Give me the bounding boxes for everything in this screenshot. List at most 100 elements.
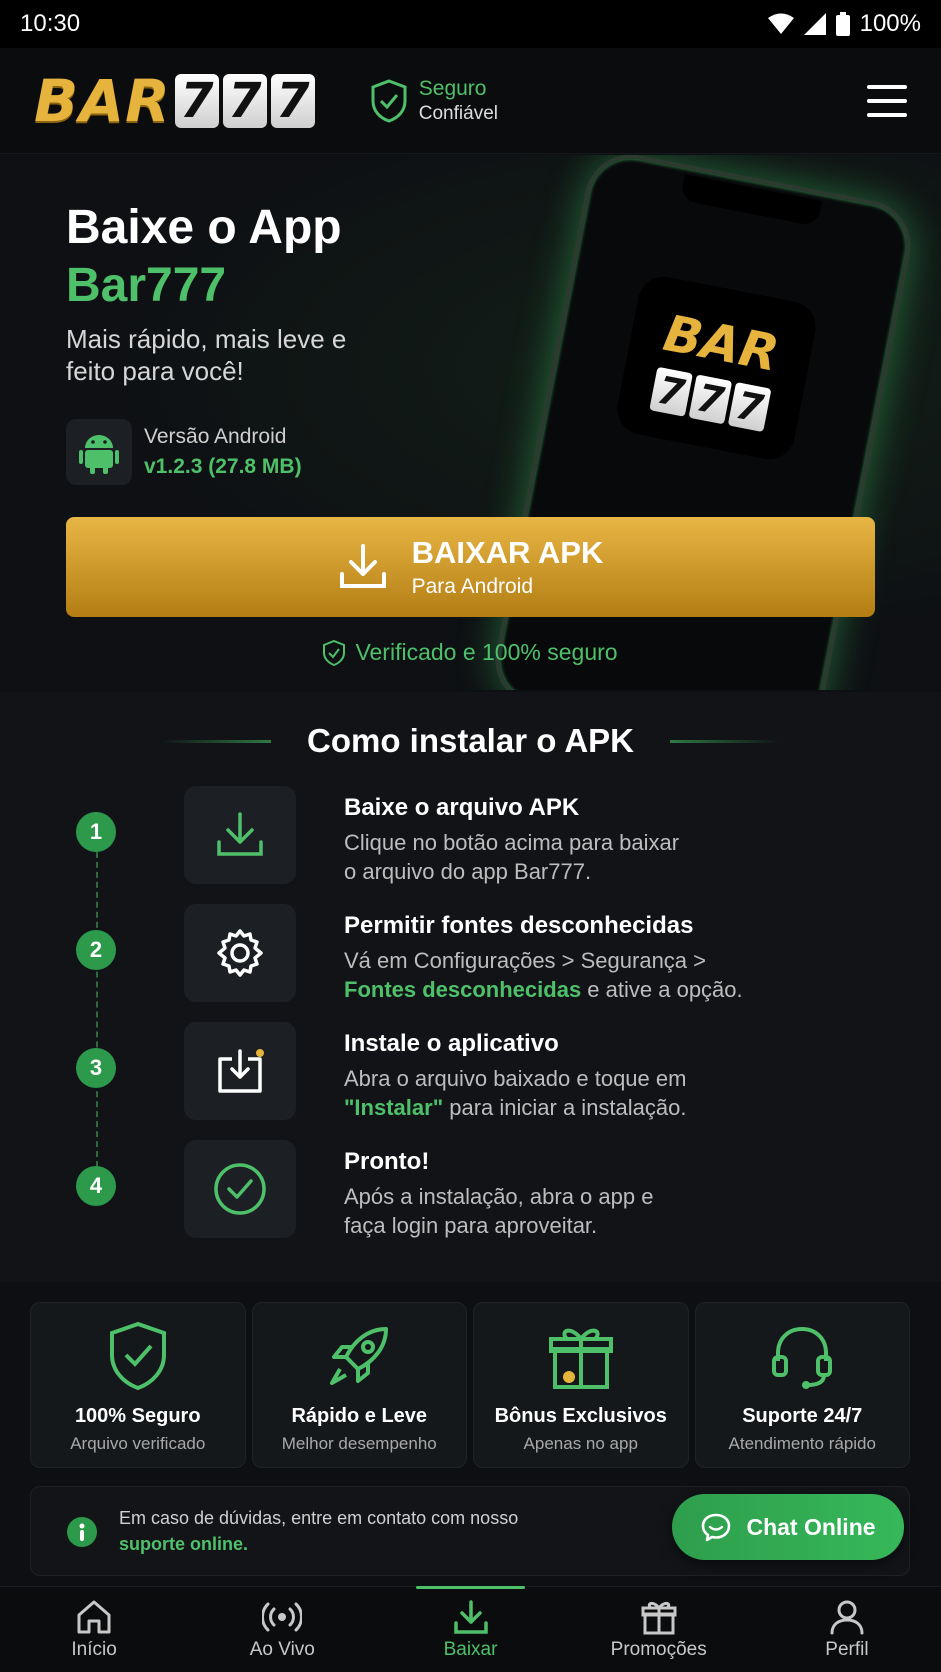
- verified-text: Verificado e 100% seguro: [355, 639, 618, 665]
- step-desc-highlight: Fontes desconhecidas: [344, 977, 582, 1002]
- step-desc: Após a instalação, abra o app e: [344, 1184, 654, 1209]
- step-desc: Vá em Configurações > Segurança >: [344, 948, 707, 973]
- trusted-label: Confiável: [418, 102, 498, 124]
- features-row: 100% Seguro Arquivo verificado Rápido e …: [30, 1302, 910, 1468]
- download-apk-button[interactable]: BAIXAR APK Para Android: [66, 517, 875, 617]
- nav-label: Perfil: [825, 1638, 869, 1660]
- battery-icon: [835, 12, 850, 36]
- install-icon: [184, 1022, 296, 1120]
- home-icon: [77, 1600, 111, 1633]
- feature-title: Suporte 24/7: [742, 1405, 863, 1427]
- version-value: v1.2.3 (27.8 MB): [144, 455, 302, 478]
- step-title: Permitir fontes desconhecidas: [344, 912, 694, 939]
- phone-logo-digit: 7: [727, 382, 772, 433]
- step-title: Pronto!: [344, 1148, 430, 1175]
- status-icons: 100%: [767, 10, 921, 38]
- bottom-navigation: Início Ao Vivo Baixar Promoções Perfil: [0, 1586, 941, 1672]
- live-icon: [262, 1602, 303, 1631]
- wifi-icon: [767, 13, 794, 34]
- feature-title: Rápido e Leve: [291, 1405, 428, 1427]
- feature-desc: Atendimento rápido: [728, 1434, 876, 1453]
- logo-text: BAR: [34, 66, 171, 135]
- install-section: Como instalar o APK 1 Baixe o arquivo AP…: [0, 692, 941, 1282]
- step-desc-highlight: "Instalar": [344, 1095, 444, 1120]
- check-circle-icon: [184, 1140, 296, 1238]
- hero-subtitle: Mais rápido, mais leve e feito para você…: [66, 324, 347, 386]
- nav-item-promocoes[interactable]: Promoções: [565, 1587, 753, 1672]
- logo-digit: 7: [270, 73, 315, 129]
- feature-desc: Melhor desempenho: [281, 1434, 437, 1453]
- bar777-logo[interactable]: BAR 7 7 7: [34, 67, 315, 135]
- logo-digit: 7: [222, 73, 267, 129]
- user-icon: [830, 1600, 864, 1634]
- secure-label: Seguro: [418, 76, 487, 100]
- nav-item-ao-vivo[interactable]: Ao Vivo: [188, 1587, 376, 1672]
- phone-logo-digit: 7: [649, 366, 693, 417]
- step-desc: e ative a opção.: [581, 977, 743, 1002]
- install-step-4: 4 Pronto! Após a instalação, abra o app …: [0, 1140, 941, 1250]
- signal-icon: [803, 13, 826, 35]
- nav-label: Início: [71, 1638, 117, 1660]
- feature-desc: Apenas no app: [523, 1434, 638, 1453]
- step-desc: Abra o arquivo baixado e toque em: [344, 1066, 687, 1091]
- install-step-1: 1 Baixe o arquivo APK Clique no botão ac…: [0, 786, 941, 896]
- chat-icon: [702, 1513, 731, 1542]
- hero-section: BAR 7 7 7 Baixe o App Bar777 Mais rápido…: [0, 155, 941, 690]
- version-info: Versão Android v1.2.3 (27.8 MB): [66, 419, 302, 485]
- hero-title-highlight: Bar777: [66, 259, 227, 312]
- step-number: 2: [76, 930, 116, 970]
- logo-digit: 7: [174, 73, 219, 129]
- logo-digits: 7 7 7: [174, 73, 315, 129]
- step-number: 3: [76, 1048, 116, 1088]
- step-title: Instale o aplicativo: [344, 1030, 559, 1057]
- hero-title: Baixe o App Bar777: [66, 199, 342, 315]
- nav-item-inicio[interactable]: Início: [0, 1587, 188, 1672]
- verified-note: Verificado e 100% seguro: [0, 639, 941, 666]
- install-title: Como instalar o APK: [307, 722, 634, 759]
- download-icon: [339, 544, 386, 588]
- secure-badge: Seguro Confiável: [371, 77, 498, 125]
- app-icon: BAR 7 7 7: [612, 272, 821, 464]
- step-number: 1: [76, 812, 116, 852]
- rocket-icon: [330, 1327, 389, 1385]
- download-icon: [184, 786, 296, 884]
- step-title: Baixe o arquivo APK: [344, 794, 580, 821]
- feature-desc: Arquivo verificado: [70, 1434, 206, 1453]
- feature-title: Bônus Exclusivos: [494, 1405, 667, 1427]
- nav-item-perfil[interactable]: Perfil: [753, 1587, 941, 1672]
- status-bar: 10:30 100%: [0, 0, 941, 48]
- chat-button-label: Chat Online: [746, 1513, 876, 1540]
- download-button-subtitle: Para Android: [411, 575, 534, 598]
- help-text: Em caso de dúvidas, entre em contato com…: [119, 1508, 519, 1528]
- step-desc: Clique no botão acima para baixar: [344, 830, 680, 855]
- support-link[interactable]: suporte online.: [119, 1531, 518, 1557]
- feature-card: Rápido e Leve Melhor desempenho: [251, 1302, 467, 1468]
- shield-check-icon: [371, 78, 407, 123]
- feature-card: Bônus Exclusivos Apenas no app: [473, 1302, 689, 1468]
- step-number: 4: [76, 1166, 116, 1206]
- hero-title-line: Baixe o App: [66, 201, 342, 254]
- chat-online-button[interactable]: Chat Online: [672, 1494, 904, 1560]
- feature-card: 100% Seguro Arquivo verificado: [30, 1302, 246, 1468]
- feature-card: Suporte 24/7 Atendimento rápido: [694, 1302, 910, 1468]
- feature-title: 100% Seguro: [74, 1405, 201, 1427]
- info-icon: [67, 1517, 97, 1547]
- nav-label: Baixar: [443, 1638, 498, 1660]
- version-label: Versão Android: [144, 425, 287, 448]
- step-desc: o arquivo do app Bar777.: [344, 859, 592, 884]
- step-desc: para iniciar a instalação.: [443, 1095, 687, 1120]
- nav-item-baixar[interactable]: Baixar: [376, 1586, 564, 1672]
- shield-check-icon: [109, 1321, 166, 1391]
- battery-level: 100%: [859, 10, 921, 37]
- divider: [670, 739, 780, 743]
- nav-label: Ao Vivo: [249, 1638, 315, 1660]
- android-icon: [66, 419, 132, 485]
- headset-icon: [772, 1326, 833, 1389]
- hamburger-menu-icon[interactable]: [867, 84, 907, 117]
- gift-icon: [548, 1328, 613, 1389]
- step-desc: faça login para aproveitar.: [344, 1213, 598, 1238]
- install-heading: Como instalar o APK: [0, 722, 941, 760]
- phone-logo-digit: 7: [688, 374, 733, 425]
- shield-check-icon: [323, 639, 346, 666]
- status-time: 10:30: [20, 10, 81, 37]
